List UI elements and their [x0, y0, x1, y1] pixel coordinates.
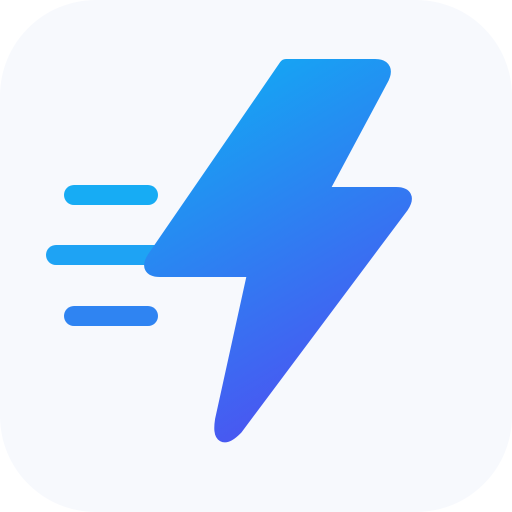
lightning-bolt — [144, 59, 412, 443]
lightning-bolt-speed-icon — [46, 59, 412, 443]
app-icon — [0, 0, 512, 512]
